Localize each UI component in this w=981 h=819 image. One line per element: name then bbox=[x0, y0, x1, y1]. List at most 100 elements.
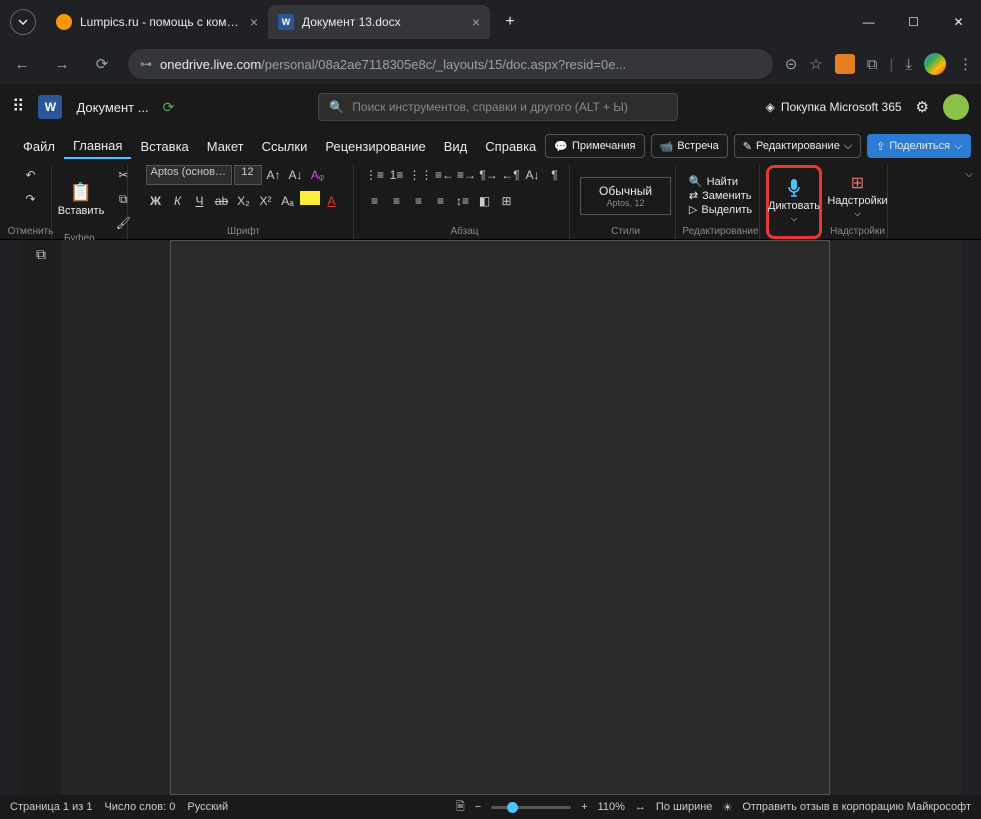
status-words[interactable]: Число слов: 0 bbox=[104, 801, 175, 813]
extensions-icon[interactable]: ⧉ bbox=[867, 56, 878, 73]
menu-layout[interactable]: Макет bbox=[198, 135, 253, 158]
meeting-button[interactable]: 📹Встреча bbox=[651, 134, 728, 158]
close-icon[interactable]: × bbox=[250, 14, 258, 30]
browser-tab-document[interactable]: W Документ 13.docx × bbox=[268, 5, 490, 39]
new-tab-button[interactable]: + bbox=[496, 8, 524, 36]
extension-icon[interactable] bbox=[835, 54, 855, 74]
document-page[interactable] bbox=[170, 240, 830, 795]
number-list-button[interactable]: 1≡ bbox=[387, 165, 407, 185]
align-left-button[interactable]: ≡ bbox=[365, 191, 385, 211]
buy-microsoft365-button[interactable]: ◈ Покупка Microsoft 365 bbox=[766, 100, 902, 114]
redo-button[interactable]: ↷ bbox=[21, 189, 41, 209]
dictate-button[interactable]: Диктовать ⌵ bbox=[762, 174, 826, 228]
search-icon: 🔍 bbox=[329, 100, 344, 114]
addins-button[interactable]: ⊞ Надстройки ⌵ bbox=[821, 169, 893, 223]
clear-format-button[interactable]: Aᵩ bbox=[308, 165, 328, 185]
menu-help[interactable]: Справка bbox=[476, 135, 545, 158]
borders-button[interactable]: ⊞ bbox=[497, 191, 517, 211]
show-marks-button[interactable]: ¶ bbox=[545, 165, 565, 185]
bookmark-icon[interactable]: ☆ bbox=[809, 55, 822, 73]
shading-button[interactable]: ◧ bbox=[475, 191, 495, 211]
font-family-select[interactable]: Aptos (основной т... bbox=[146, 165, 232, 185]
multilevel-list-button[interactable]: ⋮⋮ bbox=[409, 165, 433, 185]
copy-button[interactable]: ⧉ bbox=[113, 189, 133, 209]
menu-references[interactable]: Ссылки bbox=[253, 135, 317, 158]
menu-insert[interactable]: Вставка bbox=[131, 135, 197, 158]
cut-button[interactable]: ✂ bbox=[113, 165, 133, 185]
reading-view-icon[interactable]: 🗎 bbox=[456, 798, 465, 817]
undo-button[interactable]: ↶ bbox=[21, 165, 41, 185]
bold-button[interactable]: Ж bbox=[146, 191, 166, 211]
align-right-button[interactable]: ≡ bbox=[409, 191, 429, 211]
line-spacing-button[interactable]: ↕≡ bbox=[453, 191, 473, 211]
maximize-button[interactable]: ☐ bbox=[891, 6, 936, 38]
menu-view[interactable]: Вид bbox=[435, 135, 477, 158]
feedback-link[interactable]: Отправить отзыв в корпорацию Майкрософт bbox=[742, 801, 971, 813]
close-window-button[interactable]: ✕ bbox=[936, 6, 981, 38]
zoom-slider[interactable] bbox=[491, 806, 571, 809]
paste-button[interactable]: 📋 Вставить bbox=[52, 178, 111, 221]
reload-button[interactable]: ⟳ bbox=[88, 50, 116, 78]
zoom-out-button[interactable]: − bbox=[475, 801, 481, 813]
editing-mode-button[interactable]: ✎Редактирование⌵ bbox=[734, 134, 861, 158]
comments-button[interactable]: 💬Примечания bbox=[545, 134, 644, 158]
downloads-icon[interactable]: ⤓ bbox=[905, 56, 912, 73]
rtl-button[interactable]: ←¶ bbox=[501, 165, 521, 185]
replace-button[interactable]: ⇄Заменить bbox=[689, 189, 752, 202]
grow-font-button[interactable]: A↑ bbox=[264, 165, 284, 185]
text-effects-button[interactable]: Aₐ bbox=[278, 191, 298, 211]
minimize-button[interactable]: — bbox=[846, 6, 891, 38]
menu-file[interactable]: Файл bbox=[14, 135, 64, 158]
increase-indent-button[interactable]: ≡→ bbox=[457, 165, 477, 185]
sync-icon[interactable]: ⟳ bbox=[163, 99, 175, 116]
subscript-button[interactable]: X₂ bbox=[234, 191, 254, 211]
document-name[interactable]: Документ ... bbox=[76, 100, 148, 115]
menu-icon[interactable]: ⋮ bbox=[958, 55, 973, 73]
font-color-button[interactable]: A bbox=[322, 191, 342, 211]
italic-button[interactable]: К bbox=[168, 191, 188, 211]
menu-review[interactable]: Рецензирование bbox=[316, 135, 434, 158]
status-page[interactable]: Страница 1 из 1 bbox=[10, 801, 92, 813]
share-button[interactable]: ⇪Поделиться⌵ bbox=[867, 134, 971, 158]
browser-tab-lumpics[interactable]: Lumpics.ru - помощь с компью × bbox=[46, 5, 268, 39]
format-painter-button[interactable]: 🖌 bbox=[113, 213, 133, 233]
site-info-icon[interactable]: ⊶ bbox=[140, 57, 152, 71]
font-size-select[interactable]: 12 bbox=[234, 165, 262, 185]
strikethrough-button[interactable]: ab bbox=[212, 191, 232, 211]
menu-home[interactable]: Главная bbox=[64, 134, 131, 159]
align-center-button[interactable]: ≡ bbox=[387, 191, 407, 211]
ltr-button[interactable]: ¶→ bbox=[479, 165, 499, 185]
settings-icon[interactable]: ⚙ bbox=[916, 98, 929, 116]
fit-width-icon[interactable]: ↔ bbox=[635, 801, 646, 813]
back-button[interactable]: ← bbox=[8, 50, 36, 78]
find-button[interactable]: 🔍Найти bbox=[689, 175, 752, 188]
select-button[interactable]: ▷Выделить bbox=[689, 203, 752, 216]
profile-avatar[interactable] bbox=[924, 53, 946, 75]
underline-button[interactable]: Ч bbox=[190, 191, 210, 211]
shrink-font-button[interactable]: A↓ bbox=[286, 165, 306, 185]
camera-icon: 📹 bbox=[660, 140, 674, 153]
zoom-level[interactable]: 110% bbox=[598, 801, 625, 813]
feedback-icon[interactable]: ☀ bbox=[722, 801, 732, 814]
app-launcher-icon[interactable]: ⠿ bbox=[12, 97, 24, 117]
zoom-icon[interactable]: ⊝ bbox=[785, 55, 798, 73]
style-normal[interactable]: Обычный Aptos, 12 bbox=[580, 177, 671, 215]
ribbon-collapse-button[interactable]: ⌵ bbox=[965, 165, 981, 239]
address-bar[interactable]: ⊶ onedrive.live.com/personal/08a2ae71183… bbox=[128, 49, 773, 79]
zoom-in-button[interactable]: + bbox=[581, 801, 587, 813]
clipboard-icon: 📋 bbox=[70, 182, 92, 203]
fit-mode[interactable]: По ширине bbox=[656, 801, 713, 813]
user-avatar[interactable] bbox=[943, 94, 969, 120]
forward-button[interactable]: → bbox=[48, 50, 76, 78]
decrease-indent-button[interactable]: ≡← bbox=[435, 165, 455, 185]
pages-panel-icon[interactable]: ⧉ bbox=[36, 246, 46, 263]
close-icon[interactable]: × bbox=[472, 14, 480, 30]
highlight-button[interactable] bbox=[300, 191, 320, 205]
justify-button[interactable]: ≡ bbox=[431, 191, 451, 211]
status-language[interactable]: Русский bbox=[187, 801, 228, 813]
bullet-list-button[interactable]: ⋮≡ bbox=[365, 165, 385, 185]
tab-search-button[interactable] bbox=[10, 9, 36, 35]
superscript-button[interactable]: X² bbox=[256, 191, 276, 211]
sort-button[interactable]: A↓ bbox=[523, 165, 543, 185]
search-input[interactable]: 🔍 Поиск инструментов, справки и другого … bbox=[318, 93, 678, 121]
